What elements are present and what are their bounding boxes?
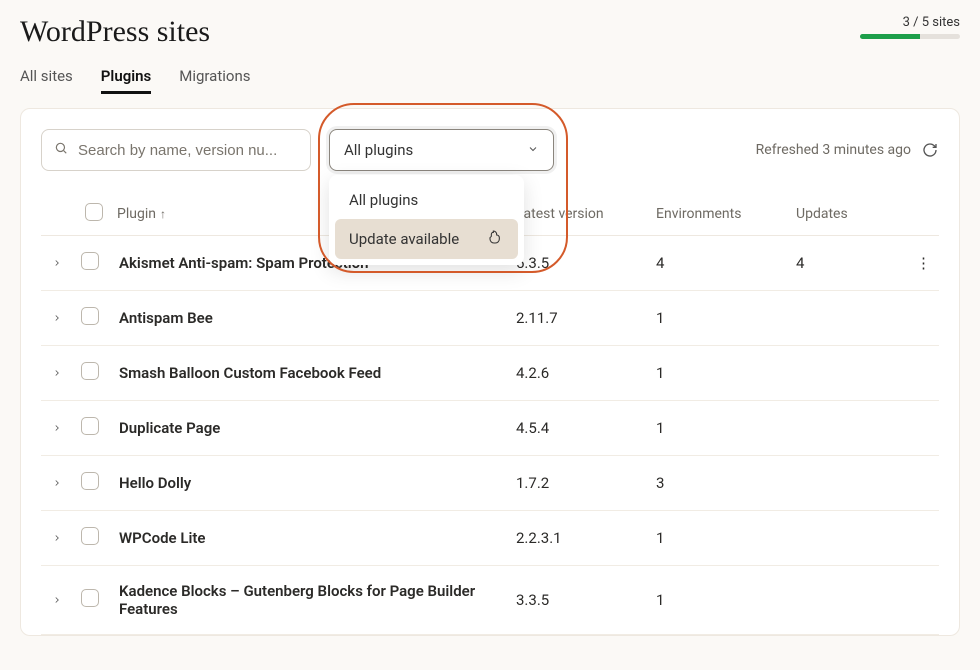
table-row: Duplicate Page4.5.41 xyxy=(41,401,939,456)
expand-row-chevron[interactable] xyxy=(41,511,73,566)
plugin-environments: 1 xyxy=(648,346,788,401)
filter-select[interactable]: All plugins xyxy=(329,129,554,171)
plugin-updates: 4 xyxy=(788,236,908,291)
plugin-environments: 1 xyxy=(648,566,788,635)
row-checkbox[interactable] xyxy=(81,307,99,325)
refresh-button[interactable] xyxy=(921,141,939,159)
plugin-updates xyxy=(788,291,908,346)
col-environments[interactable]: Environments xyxy=(648,193,788,236)
expand-row-chevron[interactable] xyxy=(41,346,73,401)
tab-all-sites[interactable]: All sites xyxy=(20,67,73,94)
plugin-environments: 4 xyxy=(648,236,788,291)
expand-row-chevron[interactable] xyxy=(41,566,73,635)
plugin-name: Hello Dolly xyxy=(111,456,508,511)
plugin-updates xyxy=(788,401,908,456)
row-checkbox[interactable] xyxy=(81,252,99,270)
col-updates[interactable]: Updates xyxy=(788,193,908,236)
chevron-down-icon xyxy=(527,141,539,159)
plugins-panel: All plugins All plugins Update available… xyxy=(20,108,960,636)
plugin-version: 4.2.6 xyxy=(508,346,648,401)
dropdown-item-label: Update available xyxy=(349,230,459,248)
expand-row-chevron[interactable] xyxy=(41,236,73,291)
toolbar: All plugins All plugins Update available… xyxy=(41,129,939,171)
col-latest-version[interactable]: Latest version xyxy=(508,193,648,236)
plugin-name: Kadence Blocks – Gutenberg Blocks for Pa… xyxy=(111,566,508,635)
tabs: All sites Plugins Migrations xyxy=(20,67,960,94)
cursor-icon xyxy=(488,229,504,249)
plugin-name: Smash Balloon Custom Facebook Feed xyxy=(111,346,508,401)
search-icon xyxy=(54,141,68,159)
col-plugin[interactable]: Plugin xyxy=(117,206,156,222)
row-checkbox[interactable] xyxy=(81,589,99,607)
filter-select-value: All plugins xyxy=(344,141,413,159)
plugin-updates xyxy=(788,566,908,635)
plugin-version: 5.3.5 xyxy=(508,236,648,291)
plugin-version: 4.5.4 xyxy=(508,401,648,456)
plugin-updates xyxy=(788,511,908,566)
site-quota-text: 3 / 5 sites xyxy=(860,15,960,30)
dropdown-item-update-available[interactable]: Update available xyxy=(335,219,518,259)
plugin-name: WPCode Lite xyxy=(111,511,508,566)
select-all-checkbox[interactable] xyxy=(85,203,103,221)
plugin-updates xyxy=(788,346,908,401)
page-title: WordPress sites xyxy=(20,15,210,49)
plugin-environments: 1 xyxy=(648,511,788,566)
row-checkbox[interactable] xyxy=(81,527,99,545)
plugin-version: 2.2.3.1 xyxy=(508,511,648,566)
plugin-version: 1.7.2 xyxy=(508,456,648,511)
refreshed-text: Refreshed 3 minutes ago xyxy=(756,142,911,158)
search-input-wrap[interactable] xyxy=(41,129,311,171)
sort-asc-icon: ↑ xyxy=(160,207,166,221)
filter-dropdown: All plugins Update available xyxy=(329,175,524,265)
plugin-updates xyxy=(788,456,908,511)
plugin-name: Antispam Bee xyxy=(111,291,508,346)
plugin-version: 3.3.5 xyxy=(508,566,648,635)
table-row: Kadence Blocks – Gutenberg Blocks for Pa… xyxy=(41,566,939,635)
table-row: Antispam Bee2.11.71 xyxy=(41,291,939,346)
dropdown-item-all-plugins[interactable]: All plugins xyxy=(335,181,518,219)
expand-row-chevron[interactable] xyxy=(41,291,73,346)
row-actions-menu[interactable]: ⋮ xyxy=(916,254,931,272)
expand-row-chevron[interactable] xyxy=(41,456,73,511)
row-checkbox[interactable] xyxy=(81,472,99,490)
plugin-environments: 1 xyxy=(648,401,788,456)
row-checkbox[interactable] xyxy=(81,417,99,435)
site-quota: 3 / 5 sites xyxy=(860,15,960,39)
table-row: Smash Balloon Custom Facebook Feed4.2.61 xyxy=(41,346,939,401)
plugin-version: 2.11.7 xyxy=(508,291,648,346)
tab-plugins[interactable]: Plugins xyxy=(101,67,151,94)
search-input[interactable] xyxy=(76,141,298,160)
site-quota-bar xyxy=(860,34,960,39)
tab-migrations[interactable]: Migrations xyxy=(179,67,250,94)
plugin-name: Duplicate Page xyxy=(111,401,508,456)
row-checkbox[interactable] xyxy=(81,362,99,380)
table-row: Hello Dolly1.7.23 xyxy=(41,456,939,511)
plugin-environments: 1 xyxy=(648,291,788,346)
expand-row-chevron[interactable] xyxy=(41,401,73,456)
plugin-environments: 3 xyxy=(648,456,788,511)
table-row: WPCode Lite2.2.3.11 xyxy=(41,511,939,566)
